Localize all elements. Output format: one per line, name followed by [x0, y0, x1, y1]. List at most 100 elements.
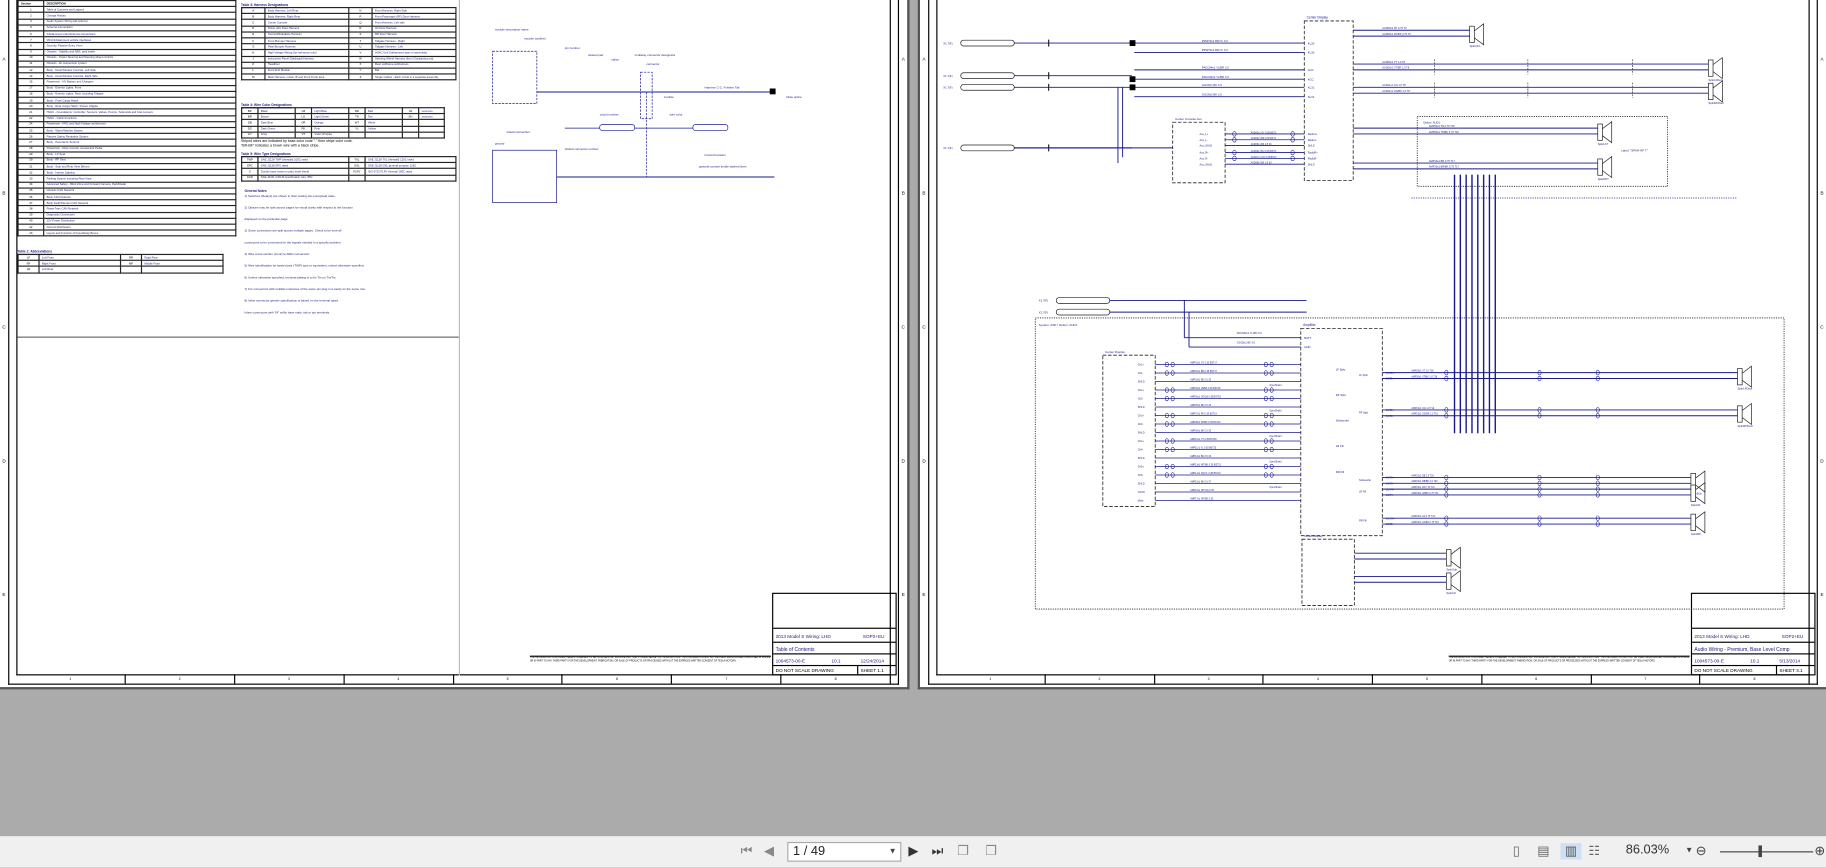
table-cell: Single Cables - Each circuit in a separa…	[371, 73, 457, 81]
wire-label: AMP09x1 TN/BK 0.75 T15	[1429, 130, 1460, 134]
pin-label: SHLD	[1308, 144, 1315, 148]
aux-box-title: Center Console Aux	[1175, 117, 1202, 121]
speaker-icon: SpkrRFT	[1597, 155, 1613, 181]
zoom-in-button[interactable]: ⊕	[1814, 843, 1825, 859]
table-cell: Layout and Function of Fuse/Relay Boxes	[43, 229, 237, 237]
row-letter: D	[1820, 457, 1824, 464]
note-line: 3) Some connectors are split across mult…	[244, 229, 342, 233]
zoom-dropdown-icon[interactable]: ▼	[1685, 843, 1693, 859]
table-cell: GY	[241, 131, 259, 139]
table: BK Black LB Light Blue RD Red VA xxxxxxxx BR Brow…	[241, 107, 445, 139]
zone-number: 1	[936, 674, 1046, 684]
previous-page-button[interactable]: ◀	[764, 843, 774, 859]
wire-label: AMP24x1 LG/BK 0.75 T22	[1411, 521, 1439, 524]
zone-number: 6	[1482, 674, 1592, 684]
sheet-subject: Table of Contents	[775, 646, 815, 653]
page-number-input[interactable]: 1 / 49 ▼	[787, 841, 902, 862]
speaker-name: SpkrLR	[1691, 503, 1700, 507]
speaker-name: SpkrLR	[1446, 591, 1455, 595]
row-letter: D	[2, 457, 6, 464]
open-shield-label: OpenShield	[1269, 487, 1282, 489]
pin-label: RadioR+	[1308, 151, 1318, 155]
pin-label: Ch4-	[1138, 448, 1144, 452]
zone-number: 3	[235, 674, 345, 684]
row-letter: A	[922, 55, 926, 62]
option-box-title: Option: AUD1	[1423, 120, 1440, 124]
pin-label: KL31	[1308, 86, 1315, 90]
pin-label: Ch3+	[1138, 414, 1145, 418]
zone-strip: 12345678	[16, 674, 891, 684]
first-page-button[interactable]: ⏮	[741, 843, 753, 859]
confidentiality-notice: THE INFORMATION CONTAINED HEREIN IS DEEM…	[529, 655, 771, 675]
table-cell: Main Harness, Lower IP and Front Trunk a…	[264, 73, 350, 81]
table-cell: Gray	[257, 131, 296, 139]
table-cell: Violet (Purple)	[310, 131, 350, 139]
legend-label: optional content inside dashed lines	[699, 165, 747, 169]
note-line: 5) Wire identification for twisted pair …	[244, 264, 365, 268]
notes-title: General Notes	[244, 188, 267, 194]
note-line: Inline connectors with "M" suffix have m…	[244, 310, 330, 315]
pin-label: SHLD	[1138, 456, 1145, 460]
wire-label: AMP10x1 BR 0.75 T17	[1429, 159, 1456, 163]
pin-label: Aux_SHLD	[1199, 162, 1212, 166]
table-row: 43 Layout and Function of Fuse/Relay Boxe…	[17, 229, 237, 237]
pin-label: Ch5-	[1138, 473, 1144, 477]
legend-label: connector	[646, 62, 659, 66]
next-page-button[interactable]: ▶	[908, 843, 918, 859]
wire-label: AUD09x1 VT 1.0 T8	[1382, 60, 1405, 64]
wire-label: AMP11x1 YL 0.35 BST20	[1190, 447, 1217, 450]
zoom-out-button[interactable]: ⊖	[1696, 843, 1707, 859]
legend-label: Harness C-C: N-Inline Tail	[705, 86, 740, 90]
system-box-title: System: ASP / Option: AUD1	[1039, 323, 1078, 327]
speaker-icon: SpkrRFDoor	[1708, 80, 1724, 105]
legend-label: Ground location	[705, 153, 727, 157]
legend-label: multiway connector designator	[635, 53, 676, 57]
speaker-icon: SpkrLFDoor	[1708, 56, 1723, 82]
wire-label: AUD05x1 BK 0.5 33	[1251, 143, 1272, 146]
page-number-value: 1 / 49	[793, 844, 826, 859]
zoom-level[interactable]: 86.03%	[1626, 843, 1669, 857]
zoom-slider-thumb[interactable]	[1758, 845, 1762, 858]
wire-label: AMP05x1 OG/LB 0.35 BST18	[1190, 396, 1221, 399]
wire-label: AUD09x1 PK/BK 0.75 T3	[1382, 32, 1411, 36]
zoom-slider-track[interactable]	[1720, 851, 1814, 853]
two-page-view-icon[interactable]: ▥	[1560, 843, 1582, 860]
row-letter: A	[2, 55, 6, 62]
two-page-continuous-view-icon[interactable]: ☷	[1588, 843, 1599, 859]
table-cell	[348, 174, 366, 182]
harness-connector-oval	[960, 39, 1015, 47]
next-view-icon[interactable]: ❐	[985, 843, 996, 859]
legend-label: inline splice	[786, 95, 802, 99]
continuous-view-icon[interactable]: ▤	[1537, 843, 1549, 859]
amp-output-pin: OUT2+	[1386, 408, 1395, 412]
speaker-icon: SpkrCFL	[1469, 23, 1484, 48]
page-sheet-1-1: Section DESCRIPTION 1 Table of Contents and…	[0, 0, 910, 690]
row-letter: D	[901, 457, 905, 464]
pin-label: Ch1+	[1138, 363, 1145, 367]
row-letter: C	[1820, 323, 1824, 330]
table: TWP SAE J1128 TWP (thinwall) 105C rated TX…	[241, 156, 457, 182]
pin-label: Ch5+	[1138, 465, 1145, 469]
row-letter: E	[2, 591, 6, 598]
amp-output-pin: OUT4-	[1386, 493, 1394, 497]
connector-id: X1.7(F)	[1039, 310, 1048, 314]
viewer-toolbar: ⏮ ◀ 1 / 49 ▼ ▶ ⏭ ❐ ❐ ▯ ▤ ▥ ☷ 86.03% ▼ ⊖ ⊕	[0, 836, 1826, 868]
output-group-label: LR Fill	[1359, 490, 1367, 494]
legend-label: wire color	[670, 112, 683, 116]
divider	[458, 0, 460, 676]
last-page-button[interactable]: ⏭	[932, 843, 944, 859]
table-cell: 43	[17, 229, 45, 237]
wire-label: AMP07x1 PK 0.35 BST19	[1190, 413, 1217, 416]
single-page-view-icon[interactable]: ▯	[1513, 843, 1520, 859]
table: A Body Harness, Left Rear N Front Harness, …	[241, 6, 457, 81]
row-letter: D	[922, 457, 926, 464]
table-row: M Main Harness, Lower IP and Front Trunk …	[241, 73, 457, 81]
box-title: Center Display	[1304, 534, 1323, 538]
wire-label: AMP24x1 LG 0.75 T22	[1411, 515, 1435, 518]
previous-view-icon[interactable]: ❐	[957, 843, 968, 859]
output-group-label: RF Spkr	[1359, 410, 1368, 414]
pin-label: Aux_R-	[1199, 157, 1208, 161]
sheet-number: SHEET 1.1	[860, 667, 884, 674]
speaker-icon: SpkrRR	[1690, 511, 1706, 536]
project-name: 2013 Model S Wiring: LHD	[775, 633, 831, 640]
